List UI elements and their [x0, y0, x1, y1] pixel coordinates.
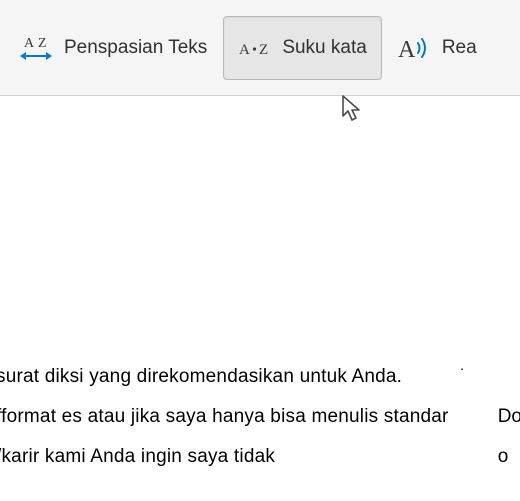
text-spacing-label: Penspasian Teks	[64, 37, 207, 59]
syllables-button[interactable]: A Z Suku kata	[223, 16, 382, 80]
body-line-1: surat diksi yang direkomendasikan untuk …	[0, 357, 516, 397]
punctuation-dot: .	[460, 357, 464, 373]
svg-text:Z: Z	[38, 36, 47, 51]
text-spacing-icon: A Z	[18, 33, 54, 63]
svg-text:A: A	[398, 37, 416, 63]
body-line-3: /karir kami Anda ingin saya tidak	[0, 437, 516, 477]
svg-text:Z: Z	[259, 42, 268, 58]
text-spacing-button[interactable]: A Z Penspasian Teks	[4, 16, 221, 80]
read-aloud-icon: A	[398, 33, 432, 63]
body-text-right: Do o	[498, 397, 520, 477]
syllables-label: Suku kata	[282, 37, 367, 59]
reader-content-area: surat diksi yang direkomendasikan untuk …	[0, 96, 520, 501]
body-right-line-3: o	[498, 437, 520, 477]
svg-text:A: A	[24, 36, 35, 51]
svg-text:A: A	[239, 42, 250, 58]
syllables-icon: A Z	[238, 37, 272, 59]
read-aloud-button[interactable]: A Rea	[384, 16, 491, 80]
body-line-2: fformat es atau jika saya hanya bisa men…	[0, 397, 516, 437]
body-right-line-1: Do	[498, 397, 520, 437]
body-text: surat diksi yang direkomendasikan untuk …	[0, 357, 516, 477]
immersive-reader-toolbar: A Z Penspasian Teks A Z Suku kata A	[0, 0, 520, 96]
read-aloud-label: Rea	[442, 37, 477, 59]
